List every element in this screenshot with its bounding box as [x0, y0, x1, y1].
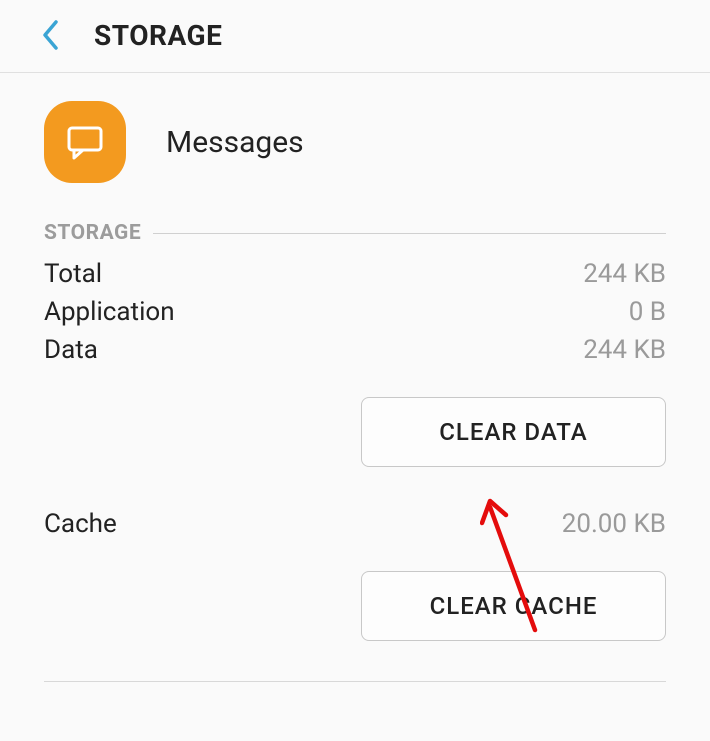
total-row: Total 244 KB — [0, 255, 710, 293]
clear-data-row: CLEAR DATA — [0, 369, 710, 485]
data-label: Data — [44, 335, 98, 365]
data-value: 244 KB — [583, 335, 666, 365]
app-info: Messages — [0, 73, 710, 211]
application-row: Application 0 B — [0, 293, 710, 331]
data-row: Data 244 KB — [0, 331, 710, 369]
messages-app-icon — [44, 101, 126, 183]
cache-value: 20.00 KB — [562, 509, 666, 539]
divider — [44, 681, 666, 682]
clear-cache-row: CLEAR CACHE — [0, 543, 710, 659]
header: STORAGE — [0, 0, 710, 73]
application-label: Application — [44, 297, 175, 327]
section-label: STORAGE — [44, 221, 141, 245]
clear-data-button[interactable]: CLEAR DATA — [361, 397, 666, 467]
back-icon[interactable] — [40, 18, 62, 52]
page-title: STORAGE — [94, 19, 222, 52]
cache-label: Cache — [44, 509, 117, 539]
total-value: 244 KB — [583, 259, 666, 289]
section-header: STORAGE — [0, 211, 710, 255]
cache-row: Cache 20.00 KB — [0, 485, 710, 543]
divider — [153, 233, 666, 234]
app-name: Messages — [166, 125, 304, 160]
application-value: 0 B — [629, 297, 666, 327]
clear-cache-button[interactable]: CLEAR CACHE — [361, 571, 666, 641]
total-label: Total — [44, 259, 102, 289]
